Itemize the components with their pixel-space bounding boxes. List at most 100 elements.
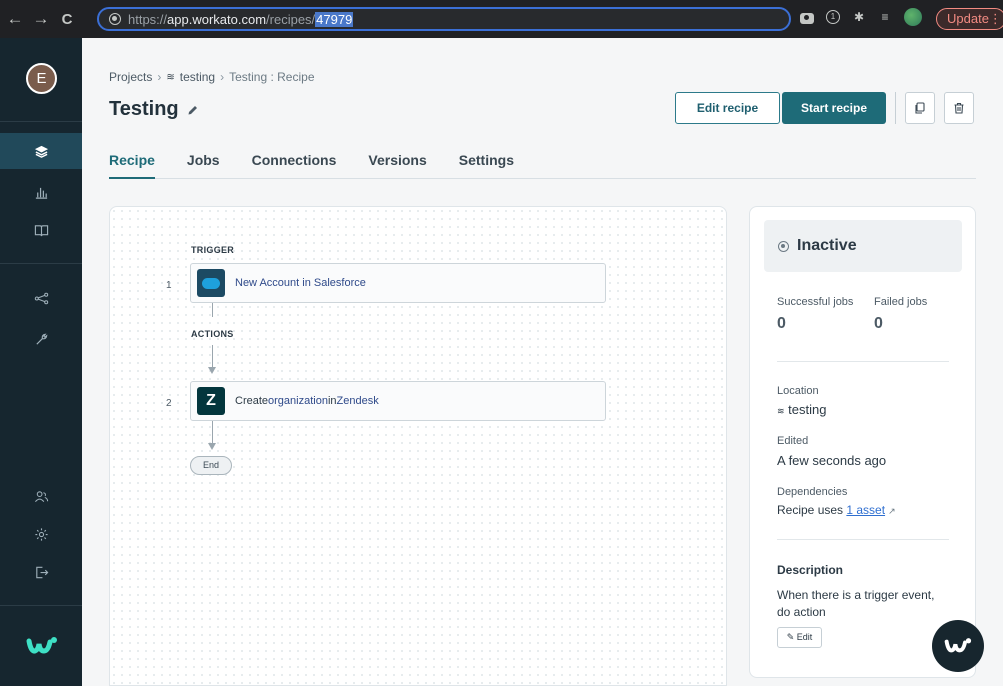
flow-connector [212, 345, 213, 367]
tab-connections[interactable]: Connections [252, 152, 337, 179]
delete-button[interactable] [944, 92, 974, 124]
user-avatar[interactable]: E [26, 63, 57, 94]
assets-link[interactable]: 1 asset [846, 503, 885, 517]
pencil-icon: ✎ [786, 632, 795, 642]
wrench-icon [35, 333, 47, 345]
workato-logo-icon[interactable] [26, 635, 58, 657]
pencil-icon[interactable] [187, 104, 199, 116]
trash-icon [954, 102, 964, 114]
tab-settings[interactable]: Settings [459, 152, 514, 179]
status-text: Inactive [797, 237, 857, 254]
sidebar-item-team[interactable] [0, 478, 82, 514]
url-domain: app.workato.com [167, 11, 267, 27]
tab-versions[interactable]: Versions [368, 152, 426, 179]
dependencies-label: Dependencies [777, 486, 848, 498]
failed-jobs-label: Failed jobs [874, 296, 928, 308]
trigger-step-card[interactable]: New Account in Salesforce [190, 263, 606, 303]
extension-badge-icon[interactable]: 1 [826, 10, 840, 24]
breadcrumb-current: Testing : Recipe [229, 70, 315, 84]
recipe-title: Testing [109, 98, 179, 120]
toolbar-divider [895, 92, 896, 124]
location-label: Location [777, 385, 819, 397]
failed-jobs-count[interactable]: 0 [874, 315, 883, 333]
description-line-2: do action [777, 605, 826, 619]
action-step-card[interactable]: Z Create organization in Zendesk [190, 381, 606, 421]
edit-description-button[interactable]: ✎ Edit [777, 627, 822, 648]
users-icon [34, 490, 48, 502]
sidebar-divider [0, 121, 82, 122]
status-badge: Inactive [764, 220, 962, 272]
workato-chat-icon [944, 638, 972, 653]
successful-jobs-count[interactable]: 0 [777, 315, 786, 333]
description-heading: Description [777, 563, 844, 577]
sidebar-item-logout[interactable] [0, 554, 82, 590]
tab-recipe[interactable]: Recipe [109, 152, 155, 179]
salesforce-icon [197, 269, 225, 297]
end-marker: End [190, 456, 232, 475]
address-bar[interactable]: https://app.workato.com/recipes/47979 [97, 7, 791, 31]
actions-label: ACTIONS [191, 329, 234, 339]
copy-icon [915, 102, 925, 114]
update-button[interactable]: Update [936, 8, 1003, 30]
left-sidebar: E [0, 38, 82, 686]
location-folder-name: testing [788, 402, 827, 417]
external-link-icon: ↗ [888, 506, 896, 516]
tab-jobs[interactable]: Jobs [187, 152, 220, 179]
sign-out-icon [35, 566, 48, 578]
panel-divider [777, 539, 949, 540]
sidebar-item-tools[interactable] [0, 321, 82, 357]
bar-chart-icon [35, 187, 47, 199]
action-step-mid: in [327, 395, 337, 407]
camera-icon[interactable] [800, 12, 814, 24]
sidebar-item-connections[interactable] [0, 280, 82, 316]
folder-stack-icon: ≋ [166, 71, 175, 83]
chat-launcher-button[interactable] [932, 620, 984, 672]
description-line-1: When there is a trigger event, [777, 588, 935, 602]
url-selected-text: 47979 [315, 11, 354, 27]
arrow-down-icon [208, 443, 216, 450]
profile-avatar-icon[interactable] [904, 8, 922, 26]
main-content: Projects › ≋ testing › Testing : Recipe … [82, 38, 1003, 686]
page-title: Testing [109, 98, 199, 121]
dependencies-value: Recipe uses 1 asset ↗ [777, 503, 896, 517]
edited-label: Edited [777, 435, 809, 447]
puzzle-icon[interactable]: ✱ [852, 10, 866, 24]
action-step-app: Zendesk [336, 395, 379, 407]
gear-icon [34, 527, 48, 541]
trigger-step-text: New Account in Salesforce [235, 277, 366, 289]
breadcrumb-projects-link[interactable]: Projects [109, 70, 152, 84]
recipe-canvas[interactable]: TRIGGER 1 New Account in Salesforce ACTI… [109, 206, 727, 686]
step-number: 2 [166, 398, 172, 409]
arrow-down-icon [208, 367, 216, 374]
step-number: 1 [166, 280, 172, 291]
browser-toolbar: ← → C https://app.workato.com/recipes/47… [0, 0, 1003, 38]
trigger-label: TRIGGER [191, 245, 235, 255]
site-info-icon[interactable] [109, 13, 121, 25]
breadcrumb: Projects › ≋ testing › Testing : Recipe [109, 70, 315, 84]
inactive-status-icon [778, 240, 789, 252]
url-scheme: https:// [128, 11, 168, 27]
sidebar-divider [0, 605, 82, 606]
sidebar-item-settings[interactable] [0, 516, 82, 552]
network-icon [34, 292, 48, 304]
back-arrow-icon[interactable]: ← [4, 9, 26, 29]
edit-recipe-button[interactable]: Edit recipe [675, 92, 780, 124]
action-step-verb: Create [235, 395, 269, 407]
start-recipe-button[interactable]: Start recipe [782, 92, 886, 124]
breadcrumb-folder-link[interactable]: testing [180, 70, 215, 84]
reading-list-icon[interactable]: ≡ [878, 10, 892, 24]
location-value[interactable]: ≋ testing [777, 402, 826, 417]
edited-value: A few seconds ago [777, 453, 887, 468]
book-icon [34, 224, 48, 236]
successful-jobs-label: Successful jobs [777, 296, 854, 308]
reload-icon[interactable]: C [56, 11, 78, 28]
sidebar-item-docs[interactable] [0, 212, 82, 248]
edit-description-label: Edit [796, 632, 813, 642]
forward-arrow-icon[interactable]: → [30, 9, 52, 29]
flow-connector [212, 303, 213, 317]
copy-button[interactable] [905, 92, 935, 124]
folder-stack-icon: ≋ [777, 406, 785, 416]
sidebar-item-dashboard[interactable] [0, 174, 82, 210]
sidebar-item-projects[interactable] [0, 133, 82, 169]
url-path: /recipes/ [266, 11, 316, 27]
